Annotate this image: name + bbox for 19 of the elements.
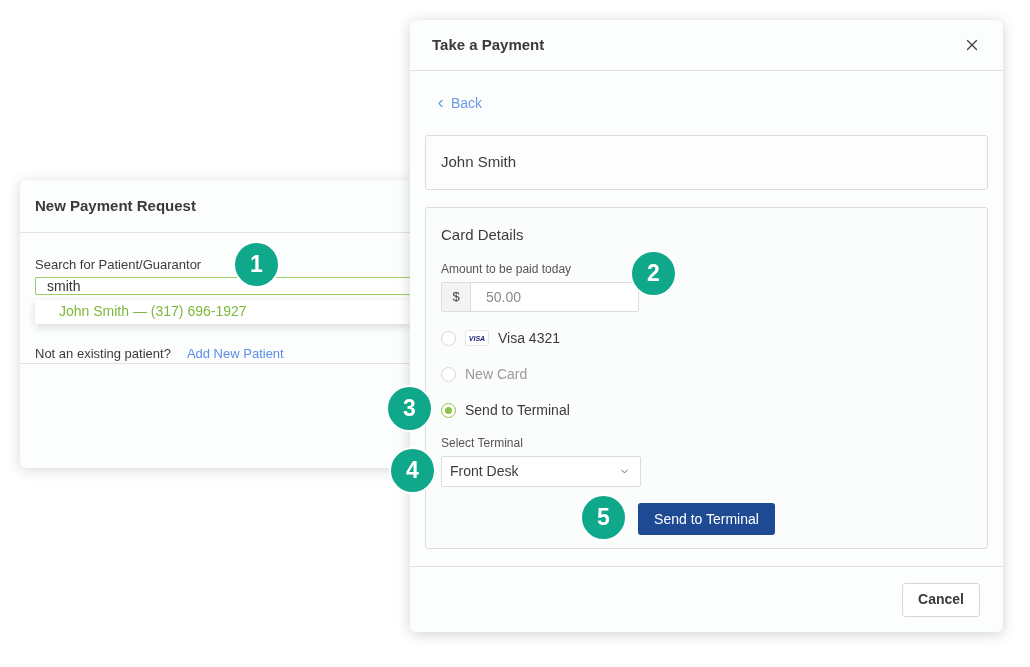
option-label: Send to Terminal	[465, 400, 570, 420]
prompt-text: Not an existing patient?	[35, 344, 171, 363]
field-label: Amount to be paid today	[441, 262, 572, 277]
terminal-select[interactable]: Front Desk	[441, 456, 641, 487]
send-to-terminal-button[interactable]: Send to Terminal	[638, 503, 775, 535]
radio-button[interactable]	[441, 402, 456, 418]
dialog-title: New Payment Request	[35, 195, 196, 216]
field-label: Select Terminal	[441, 436, 523, 451]
section-title: Card Details	[441, 226, 524, 244]
field-label: Search for Patient/Guarantor	[35, 257, 202, 273]
dialog-title: Take a Payment	[432, 34, 545, 55]
option-label: Visa 4321	[498, 328, 560, 348]
search-field[interactable]: smith	[35, 277, 410, 295]
option-label: New Card	[465, 364, 528, 384]
radio-button[interactable]	[441, 330, 456, 346]
amount-field[interactable]: $ 50.00	[441, 282, 639, 312]
patient-name: John Smith	[441, 152, 517, 173]
cancel-button[interactable]: Cancel	[902, 582, 980, 617]
currency-prefix: $	[442, 283, 471, 311]
